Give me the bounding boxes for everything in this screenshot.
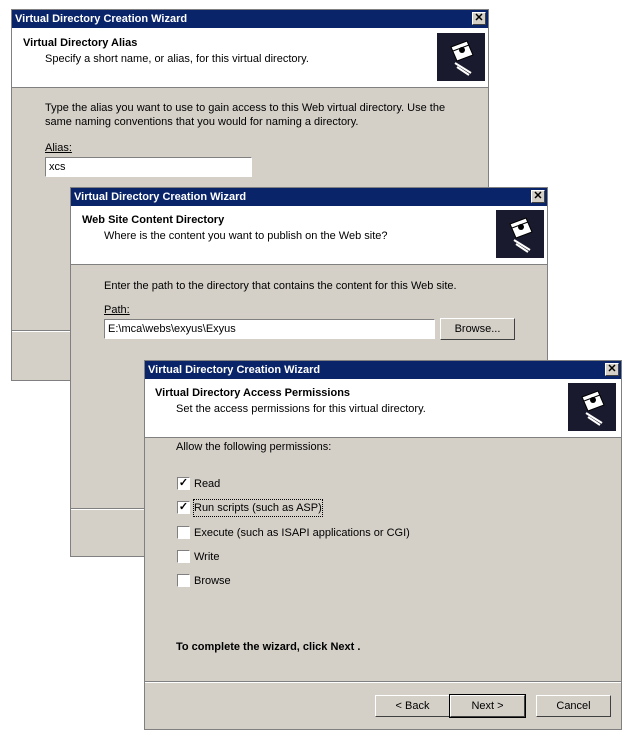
- window-title: Virtual Directory Creation Wizard: [15, 13, 188, 25]
- path-label: Path:: [104, 304, 130, 316]
- back-button[interactable]: < Back: [375, 695, 450, 717]
- divider: [12, 330, 72, 332]
- wizard-window-access-permissions: Virtual Directory Creation Wizard ✕ Virt…: [145, 361, 621, 729]
- permission-label: Write: [194, 551, 220, 563]
- permission-label: Read: [194, 478, 221, 490]
- instructions-line1: Type the alias you want to use to gain a…: [45, 102, 446, 114]
- title-bar[interactable]: Virtual Directory Creation Wizard ✕: [71, 188, 547, 206]
- alias-input[interactable]: xcs: [45, 157, 252, 177]
- alias-label: Alias:: [45, 142, 72, 154]
- divider: [71, 508, 146, 510]
- header-title: Web Site Content Directory: [82, 214, 225, 226]
- window-title: Virtual Directory Creation Wizard: [74, 191, 247, 203]
- header-subtitle: Where is the content you want to publish…: [104, 230, 388, 242]
- header-subtitle: Specify a short name, or alias, for this…: [45, 53, 309, 65]
- complete-instructions: To complete the wizard, click Next .: [176, 641, 361, 653]
- run-scripts-checkbox[interactable]: ✓: [177, 501, 190, 514]
- execute-checkbox[interactable]: [177, 526, 190, 539]
- close-icon[interactable]: ✕: [605, 363, 619, 376]
- next-button[interactable]: Next >: [449, 694, 526, 718]
- wizard-header: Web Site Content Directory Where is the …: [71, 206, 547, 265]
- permission-label: Run scripts (such as ASP): [193, 499, 323, 517]
- wizard-header: Virtual Directory Alias Specify a short …: [12, 28, 488, 88]
- close-icon[interactable]: ✕: [472, 12, 486, 25]
- browse-checkbox[interactable]: [177, 574, 190, 587]
- close-icon[interactable]: ✕: [531, 190, 545, 203]
- read-checkbox[interactable]: ✓: [177, 477, 190, 490]
- title-bar[interactable]: Virtual Directory Creation Wizard ✕: [12, 10, 488, 28]
- header-subtitle: Set the access permissions for this virt…: [176, 403, 426, 415]
- window-title: Virtual Directory Creation Wizard: [148, 364, 321, 376]
- path-input[interactable]: E:\mca\webs\exyus\Exyus: [104, 319, 435, 339]
- title-bar[interactable]: Virtual Directory Creation Wizard ✕: [145, 361, 621, 379]
- instructions-line2: same naming conventions that you would f…: [45, 116, 359, 128]
- instructions-text: Enter the path to the directory that con…: [104, 280, 457, 292]
- header-title: Virtual Directory Access Permissions: [155, 387, 351, 399]
- wizard-icon: [437, 33, 485, 81]
- allow-label: Allow the following permissions:: [176, 441, 332, 453]
- permission-label: Browse: [194, 575, 231, 587]
- browse-button[interactable]: Browse...: [440, 318, 515, 340]
- wizard-icon: [568, 383, 616, 431]
- cancel-button[interactable]: Cancel: [536, 695, 611, 717]
- wizard-icon: [496, 210, 544, 258]
- write-checkbox[interactable]: [177, 550, 190, 563]
- divider: [145, 681, 621, 683]
- header-title: Virtual Directory Alias: [23, 37, 138, 49]
- wizard-header: Virtual Directory Access Permissions Set…: [145, 379, 621, 438]
- permission-label: Execute (such as ISAPI applications or C…: [194, 527, 410, 539]
